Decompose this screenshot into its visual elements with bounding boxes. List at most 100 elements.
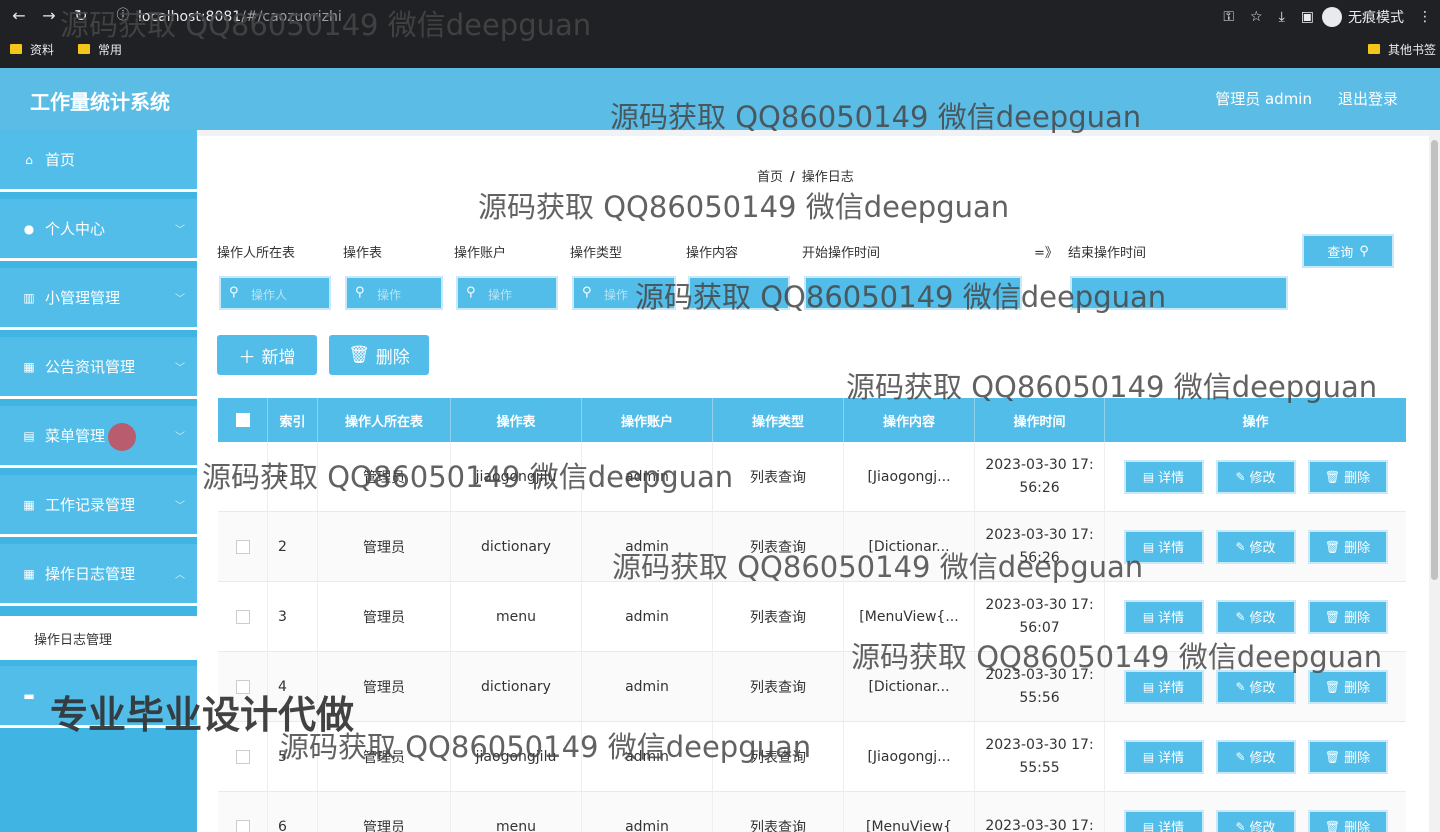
cell-account: admin <box>582 442 713 511</box>
edit-button[interactable]: ✎ 修改 <box>1215 739 1296 774</box>
search-icon: ⚲ <box>1359 243 1369 259</box>
bookmark-folder[interactable]: 资料 <box>10 41 54 58</box>
filter-input-optable[interactable]: ⚲ 操作 <box>345 276 443 310</box>
filter-input-table[interactable]: ⚲ 操作人 <box>219 276 331 310</box>
button-label: 详情 <box>1158 611 1185 626</box>
cell-account: admin <box>582 652 713 721</box>
time-date: 2023-03-30 17: <box>985 736 1094 753</box>
row-checkbox[interactable] <box>235 539 250 554</box>
detail-button[interactable]: ▤ 详情 <box>1123 599 1204 634</box>
search-icon: ⚲ <box>355 285 365 300</box>
incognito-indicator[interactable]: 无痕模式 <box>1322 7 1404 27</box>
breadcrumb-current: 操作日志 <box>801 170 854 185</box>
query-button[interactable]: 查询 ⚲ <box>1302 234 1394 268</box>
button-label: 详情 <box>1158 821 1185 832</box>
cell-table: 管理员 <box>318 512 451 581</box>
row-checkbox[interactable] <box>235 749 250 764</box>
time-date: 2023-03-30 17: <box>985 666 1094 683</box>
row-delete-button[interactable]: 🗑 删除 <box>1307 459 1388 494</box>
row-delete-button[interactable]: 🗑 删除 <box>1307 529 1388 564</box>
sidebar-item-profile[interactable]: ● 个人中心 ﹀ <box>0 199 197 261</box>
filter-label-end-time: 结束操作时间 <box>1068 246 1147 261</box>
breadcrumb-home[interactable]: 首页 <box>757 170 783 185</box>
filter-label-content: 操作内容 <box>686 246 739 261</box>
star-icon[interactable]: ☆ <box>1250 9 1263 25</box>
filter-input-type[interactable]: ⚲ 操作 <box>572 276 676 310</box>
logout-link[interactable]: 退出登录 <box>1338 88 1398 109</box>
sidebar-item-news[interactable]: ▦ 公告资讯管理 ﹀ <box>0 337 197 399</box>
detail-button[interactable]: ▤ 详情 <box>1123 459 1204 494</box>
button-label: 详情 <box>1158 751 1185 766</box>
message-icon: ▬ <box>23 688 35 703</box>
cell-type: 列表查询 <box>713 512 844 581</box>
cell-type: 列表查询 <box>713 792 844 832</box>
select-all-checkbox[interactable] <box>235 413 250 427</box>
row-checkbox[interactable] <box>235 469 250 484</box>
incognito-label: 无痕模式 <box>1348 10 1404 26</box>
browser-right-icons: ⚿ ☆ ⤓ ▣ 无痕模式 ⋮ <box>1215 5 1440 29</box>
other-bookmarks-label: 其他书签 <box>1387 42 1436 57</box>
reload-icon[interactable]: ↻ <box>70 5 92 27</box>
end-time-picker[interactable] <box>1070 276 1288 310</box>
file-icon: ▤ <box>1142 539 1155 554</box>
bars-icon: ▥ <box>23 290 35 305</box>
app-title: 工作量统计系统 <box>30 90 170 114</box>
file-icon: ▤ <box>1142 679 1155 694</box>
row-delete-button[interactable]: 🗑 删除 <box>1307 739 1388 774</box>
input-placeholder: 操作人 <box>251 288 288 302</box>
cell-time: 2023-03-30 17: 56:26 <box>975 442 1105 511</box>
cell-account: admin <box>582 722 713 791</box>
sidebar-item-home[interactable]: ⌂ 首页 <box>0 130 197 192</box>
button-label: 修改 <box>1249 821 1276 832</box>
detail-button[interactable]: ▤ 详情 <box>1123 809 1204 832</box>
row-delete-button[interactable]: 🗑 删除 <box>1307 669 1388 704</box>
address-bar[interactable]: localhost:8081/#/caozuorizhi <box>138 5 1198 29</box>
edit-button[interactable]: ✎ 修改 <box>1215 459 1296 494</box>
forward-icon[interactable]: → <box>38 5 60 27</box>
scrollbar[interactable] <box>1429 130 1440 832</box>
other-bookmarks[interactable]: 其他书签 <box>1367 41 1436 58</box>
start-time-picker[interactable] <box>804 276 1022 310</box>
bookmark-folder[interactable]: 常用 <box>78 41 122 58</box>
row-delete-button[interactable]: 🗑 删除 <box>1307 809 1388 832</box>
detail-button[interactable]: ▤ 详情 <box>1123 669 1204 704</box>
filter-input-content[interactable] <box>688 276 790 310</box>
edit-button[interactable]: ✎ 修改 <box>1215 599 1296 634</box>
edit-button[interactable]: ✎ 修改 <box>1215 669 1296 704</box>
row-delete-button[interactable]: 🗑 删除 <box>1307 599 1388 634</box>
sidebar-subitem-oplog[interactable]: 操作日志管理 <box>0 616 197 660</box>
detail-button[interactable]: ▤ 详情 <box>1123 529 1204 564</box>
table-row: 1 管理员 jiaogongjilu admin 列表查询 [Jiaogongj... 20… <box>218 442 1406 512</box>
scrollbar-thumb[interactable] <box>1431 140 1438 580</box>
sidebar-item-admin[interactable]: ▥ 小管理管理 ﹀ <box>0 268 197 330</box>
detail-button[interactable]: ▤ 详情 <box>1123 739 1204 774</box>
button-label: 删除 <box>1344 541 1371 556</box>
info-icon[interactable]: ⓘ <box>112 5 134 27</box>
input-placeholder: 操作 <box>604 288 629 302</box>
breadcrumb: 首页 / 操作日志 <box>757 166 854 185</box>
key-icon[interactable]: ⚿ <box>1223 9 1234 25</box>
add-button[interactable]: ＋新增 <box>217 335 317 375</box>
delete-button[interactable]: 🗑 删除 <box>329 335 429 375</box>
sidebar-item-oplog[interactable]: ▦ 操作日志管理 ︿ <box>0 544 197 606</box>
sidebar-item-work-records[interactable]: ▦ 工作记录管理 ﹀ <box>0 475 197 537</box>
filter-input-account[interactable]: ⚲ 操作 <box>456 276 558 310</box>
download-icon[interactable]: ⤓ <box>1279 9 1285 25</box>
cell-index: 3 <box>268 582 318 651</box>
back-icon[interactable]: ← <box>8 5 30 27</box>
sidebar-item-label: 个人中心 <box>45 220 106 238</box>
edit-button[interactable]: ✎ 修改 <box>1215 809 1296 832</box>
table-row: 3 管理员 menu admin 列表查询 [MenuView{... 2023-03-30… <box>218 582 1406 652</box>
chevron-down-icon: ︿ <box>175 570 185 581</box>
cell-account: admin <box>582 792 713 832</box>
cell-optable: dictionary <box>451 512 582 581</box>
row-checkbox[interactable] <box>235 609 250 624</box>
edit-button[interactable]: ✎ 修改 <box>1215 529 1296 564</box>
trash-icon: 🗑 <box>1324 819 1341 832</box>
col-header: 操作表 <box>451 398 582 442</box>
sidepanel-icon[interactable]: ▣ <box>1301 9 1314 25</box>
sidebar-item-menu[interactable]: ▤ 菜单管理 ﹀ <box>0 406 197 468</box>
menu-dots-icon[interactable]: ⋮ <box>1418 9 1432 25</box>
col-header: 操作内容 <box>844 398 975 442</box>
row-checkbox[interactable] <box>235 819 250 832</box>
